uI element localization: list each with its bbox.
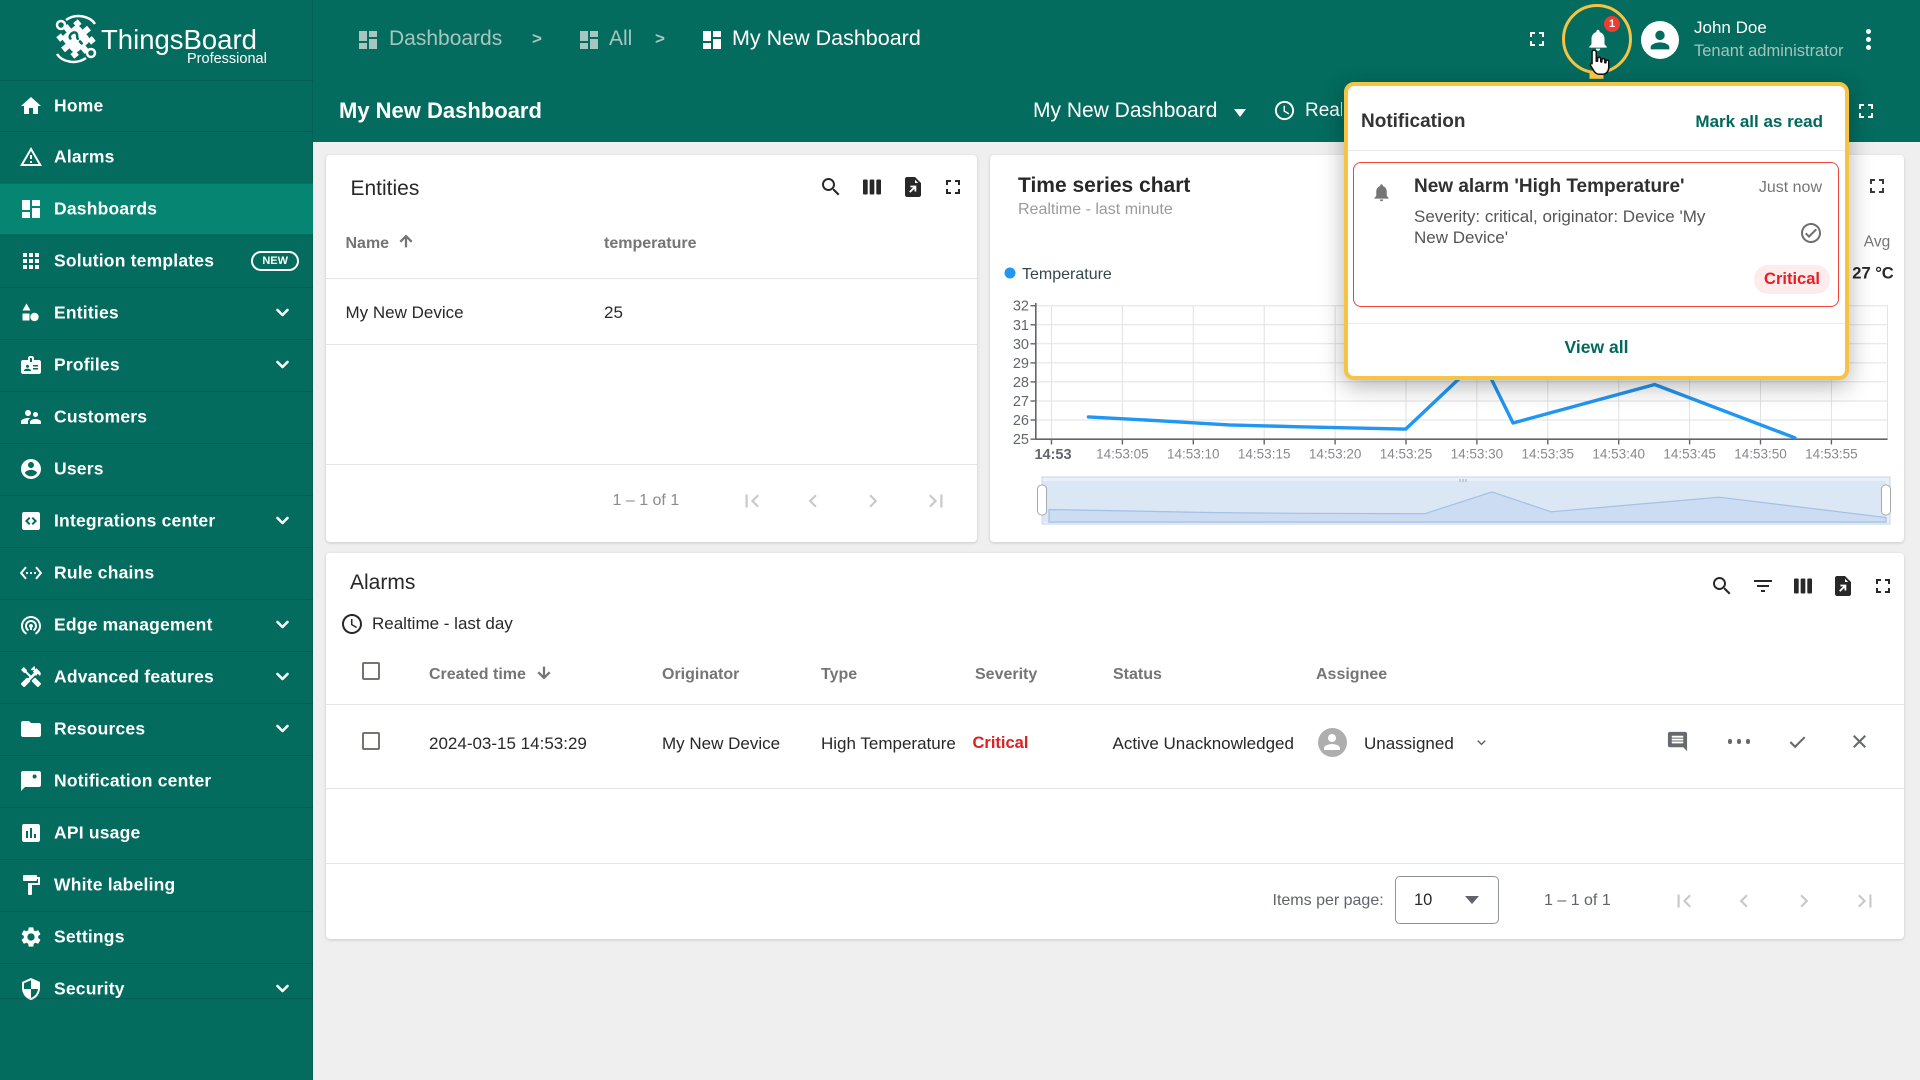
svg-text:14:53: 14:53: [1034, 447, 1071, 463]
svg-text:14:53:40: 14:53:40: [1592, 447, 1645, 462]
svg-text:14:53:20: 14:53:20: [1309, 447, 1362, 462]
svg-text:14:53:25: 14:53:25: [1380, 447, 1433, 462]
svg-text:14:53:10: 14:53:10: [1167, 447, 1220, 462]
svg-text:27: 27: [1013, 394, 1029, 410]
svg-text:27 °C: 27 °C: [1852, 265, 1894, 283]
svg-text:14:53:45: 14:53:45: [1663, 447, 1716, 462]
svg-text:30: 30: [1013, 337, 1029, 353]
svg-text:14:53:05: 14:53:05: [1096, 447, 1149, 462]
svg-text:14:53:30: 14:53:30: [1451, 447, 1504, 462]
svg-text:32: 32: [1013, 299, 1029, 315]
svg-text:14:53:55: 14:53:55: [1805, 447, 1858, 462]
svg-text:Temperature: Temperature: [1022, 266, 1112, 283]
svg-text:31: 31: [1013, 318, 1029, 334]
svg-text:Avg: Avg: [1864, 234, 1890, 251]
svg-text:14:53:35: 14:53:35: [1522, 447, 1575, 462]
svg-text:29: 29: [1013, 356, 1029, 372]
svg-text:25: 25: [1013, 432, 1029, 448]
svg-text:26: 26: [1013, 413, 1029, 429]
svg-text:28: 28: [1013, 375, 1029, 391]
svg-text:14:53:50: 14:53:50: [1734, 447, 1787, 462]
svg-text:14:53:15: 14:53:15: [1238, 447, 1291, 462]
